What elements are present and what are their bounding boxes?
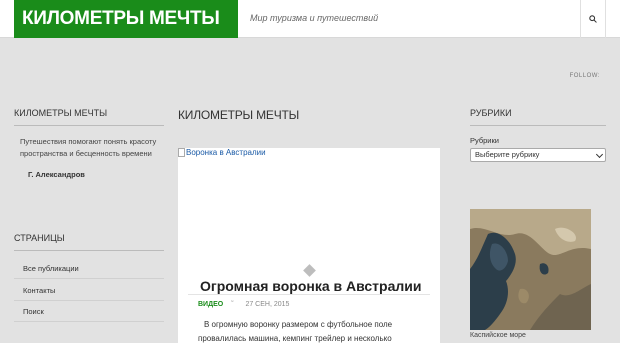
rubrics-select-value: Выберите рубрику (475, 150, 540, 159)
pages-list: Все публикации Контакты Поиск (14, 258, 164, 323)
rubrics-widget-title: РУБРИКИ (470, 108, 606, 126)
about-widget-title: КИЛОМЕТРЫ МЕЧТЫ (14, 108, 164, 126)
caspian-sea-photo[interactable] (470, 209, 591, 330)
post-image-placeholder[interactable]: Воронка в Австралии (178, 148, 266, 157)
page-link-search[interactable]: Поиск (14, 301, 164, 322)
photo-caption: Каспийское море (470, 332, 526, 339)
post-title[interactable]: Огромная воронка в Австралии (198, 278, 424, 294)
meta-separator-icon: ˜ (231, 301, 234, 308)
site-tagline: Мир туризма и путешествий (250, 13, 379, 23)
rubrics-select[interactable]: Выберите рубрику (470, 148, 606, 162)
post-date: 27 СЕН, 2015 (245, 301, 290, 308)
diamond-icon (303, 264, 316, 277)
post-card: Воронка в Австралии Огромная воронка в А… (178, 148, 440, 343)
post-category-link[interactable]: ВИДЕО (198, 301, 223, 308)
chevron-down-icon (595, 150, 604, 159)
page-link-all-posts[interactable]: Все публикации (14, 258, 164, 279)
broken-image-icon (178, 148, 185, 157)
follow-label: FOLLOW: (569, 73, 600, 79)
rubrics-label: Рубрики (470, 136, 499, 145)
site-logo[interactable]: КИЛОМЕТРЫ МЕЧТЫ (14, 0, 238, 38)
post-image-alt-text: Воронка в Австралии (186, 148, 266, 157)
search-button[interactable] (580, 0, 606, 38)
main-section-title: КИЛОМЕТРЫ МЕЧТЫ (178, 108, 300, 122)
about-quote: Путешествия помогают понять красоту прос… (20, 137, 157, 158)
search-icon (589, 15, 597, 23)
page-link-contacts[interactable]: Контакты (14, 280, 164, 301)
quote-author: Г. Александров (28, 170, 85, 179)
satellite-image (470, 209, 591, 330)
post-title-divider (188, 294, 430, 295)
post-excerpt: В огромную воронку размером с футбольное… (198, 320, 393, 343)
site-header: КИЛОМЕТРЫ МЕЧТЫ Мир туризма и путешестви… (0, 0, 620, 38)
post-meta: ВИДЕО ˜ 27 СЕН, 2015 (198, 301, 289, 308)
pages-widget-title: СТРАНИЦЫ (14, 233, 164, 251)
